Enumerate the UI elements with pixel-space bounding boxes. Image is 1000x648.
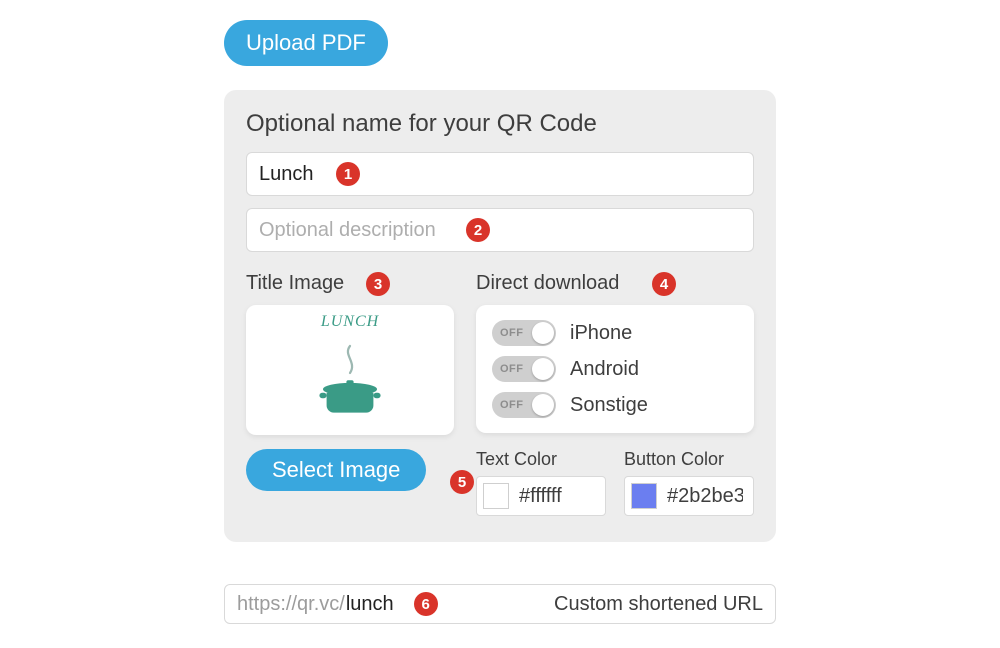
annotation-badge-6: 6 — [414, 592, 438, 616]
toggle-off-text: OFF — [500, 363, 524, 375]
toggle-row-iphone: OFF iPhone — [492, 315, 738, 351]
annotation-badge-5: 5 — [450, 470, 474, 494]
text-color-label: Text Color — [476, 449, 606, 470]
upload-pdf-button[interactable]: Upload PDF — [224, 20, 388, 66]
cooking-pot-icon — [305, 337, 395, 427]
name-input[interactable] — [246, 152, 754, 196]
toggle-row-android: OFF Android — [492, 351, 738, 387]
url-prefix: https://qr.vc/ — [237, 593, 345, 616]
toggle-android[interactable]: OFF — [492, 356, 556, 382]
button-color-block: Button Color — [624, 449, 754, 516]
text-color-block: Text Color — [476, 449, 606, 516]
description-input[interactable] — [246, 208, 754, 252]
text-color-value[interactable] — [517, 484, 597, 509]
toggle-row-other: OFF Sonstige — [492, 387, 738, 423]
toggle-label-iphone: iPhone — [570, 322, 632, 345]
annotation-badge-4: 4 — [652, 272, 676, 296]
button-color-input[interactable] — [624, 476, 754, 516]
panel-title: Optional name for your QR Code — [246, 110, 754, 138]
toggle-knob — [532, 322, 554, 344]
button-color-swatch — [631, 483, 657, 509]
title-image-label: Title Image — [246, 272, 344, 295]
toggle-off-text: OFF — [500, 399, 524, 411]
toggle-off-text: OFF — [500, 327, 524, 339]
title-image-preview: LUNCH — [246, 305, 454, 435]
annotation-badge-2: 2 — [466, 218, 490, 242]
select-image-button[interactable]: Select Image — [246, 449, 426, 491]
title-image-column: Title Image 3 LUNCH Select Image — [246, 272, 454, 516]
image-preview-caption: LUNCH — [321, 313, 379, 331]
toggle-knob — [532, 358, 554, 380]
toggle-label-other: Sonstige — [570, 394, 648, 417]
direct-download-card: OFF iPhone OFF Android OFF — [476, 305, 754, 433]
url-slug[interactable]: lunch — [346, 593, 394, 616]
toggle-iphone[interactable]: OFF — [492, 320, 556, 346]
annotation-badge-1: 1 — [336, 162, 360, 186]
toggle-other[interactable]: OFF — [492, 392, 556, 418]
direct-download-label: Direct download — [476, 272, 619, 295]
custom-url-bar[interactable]: https://qr.vc/lunch 6 Custom shortened U… — [224, 584, 776, 624]
text-color-input[interactable] — [476, 476, 606, 516]
direct-download-column: Direct download 4 OFF iPhone OFF Android — [476, 272, 754, 516]
url-label: Custom shortened URL — [494, 593, 763, 616]
annotation-badge-3: 3 — [366, 272, 390, 296]
toggle-knob — [532, 394, 554, 416]
text-color-swatch — [483, 483, 509, 509]
button-color-label: Button Color — [624, 449, 754, 470]
toggle-label-android: Android — [570, 358, 639, 381]
button-color-value[interactable] — [665, 484, 745, 509]
qr-settings-panel: Optional name for your QR Code 1 2 Title… — [224, 90, 776, 542]
